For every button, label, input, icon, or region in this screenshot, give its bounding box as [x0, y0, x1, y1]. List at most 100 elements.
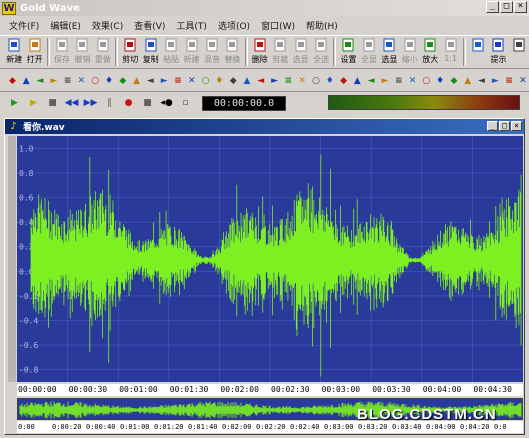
doc-maximize-button[interactable]: □ [499, 121, 510, 131]
effect-button-32-icon[interactable]: ◆ [448, 73, 461, 89]
toolbar-button-11[interactable]: 删除 [250, 36, 270, 68]
watermark: BLOG.CDSTM.CN [357, 406, 497, 423]
toolbar-button-2[interactable]: 保存 [52, 36, 72, 68]
play-selection-icon[interactable]: ▶ [25, 96, 42, 111]
overview-timeline-label: 0:03:20 [358, 423, 388, 431]
toolbar-button-3[interactable]: 撤销 [72, 36, 92, 68]
effect-button-35-icon[interactable]: ► [489, 73, 502, 89]
close-button[interactable]: × [514, 1, 527, 13]
effect-button-16-icon[interactable]: ◆ [227, 73, 240, 89]
effect-button-5-icon[interactable]: ✕ [75, 73, 88, 89]
play-icon[interactable]: ▶ [6, 96, 23, 111]
doc-minimize-button[interactable]: _ [487, 121, 498, 131]
minimize-button[interactable]: _ [486, 1, 499, 13]
toolbar-button-15[interactable]: 设置 [338, 36, 358, 68]
menu-item-5[interactable]: 选项(O) [213, 19, 255, 32]
effect-button-26-icon[interactable]: ◄ [365, 73, 378, 89]
effect-button-27-icon[interactable]: ► [379, 73, 392, 89]
effect-button-20-icon[interactable]: ≡ [282, 73, 295, 89]
toolbar-button-21[interactable] [468, 36, 488, 68]
toolbar-button-19[interactable]: 放大 [420, 36, 440, 68]
menu-item-1[interactable]: 编辑(E) [45, 19, 86, 32]
time-display: 00:00:00.0 [202, 95, 286, 111]
menu-item-7[interactable]: 帮助(H) [301, 19, 343, 32]
effect-button-4-icon[interactable]: ≡ [61, 73, 74, 89]
effect-button-12-icon[interactable]: ≡ [172, 73, 185, 89]
stop-record-icon[interactable]: ■ [139, 96, 156, 111]
rewind-icon[interactable]: ◀◀ [63, 96, 80, 111]
effect-button-15-icon[interactable]: ♦ [213, 73, 226, 89]
toolbar-button-7[interactable]: 粘贴 [161, 36, 181, 68]
effect-button-21-icon[interactable]: ✕ [296, 73, 309, 89]
toolbar-button-23[interactable] [509, 36, 529, 68]
effect-button-37-icon[interactable]: ✕ [516, 73, 529, 89]
stop-icon[interactable]: ■ [44, 96, 61, 111]
effect-button-17-icon[interactable]: ▲ [241, 73, 254, 89]
effect-button-2-icon[interactable]: ◄ [34, 73, 47, 89]
redo-icon [96, 38, 110, 52]
waveform-view[interactable]: 1.0 0.8 0.6 0.4 0.2 0.0 -0.2 -0.4 -0.6 -0.8 [17, 136, 523, 382]
effect-button-7-icon[interactable]: ♦ [103, 73, 116, 89]
effect-button-29-icon[interactable]: ✕ [406, 73, 419, 89]
doc-close-button[interactable]: × [511, 121, 522, 131]
toolbar-button-9[interactable]: 混音 [202, 36, 222, 68]
toolbar-button-6[interactable]: 复制 [140, 36, 160, 68]
toolbar-button-label: 放大 [422, 55, 439, 64]
effect-button-34-icon[interactable]: ◄ [475, 73, 488, 89]
menu-item-3[interactable]: 查看(V) [129, 19, 170, 32]
pause-icon[interactable]: ‖ [101, 96, 118, 111]
overview-timeline-label: 0:01:20 [154, 423, 184, 431]
effect-button-30-icon[interactable]: ○ [420, 73, 433, 89]
effect-button-8-icon[interactable]: ◆ [116, 73, 129, 89]
toolbar-button-4[interactable]: 重做 [93, 36, 113, 68]
toolbar-button-22[interactable]: 提示 [488, 36, 508, 68]
menu-item-2[interactable]: 效果(C) [87, 19, 128, 32]
toolbar-button-8[interactable]: 新建 [181, 36, 201, 68]
toolbar-button-0[interactable]: 新建 [4, 36, 24, 68]
effect-button-13-icon[interactable]: ✕ [185, 73, 198, 89]
menu-item-6[interactable]: 窗口(W) [256, 19, 300, 32]
toolbar-button-12[interactable]: 剪裁 [270, 36, 290, 68]
toolbar-button-label: 缩小 [401, 55, 418, 64]
toolbar-button-10[interactable]: 替换 [222, 36, 242, 68]
overview-timeline-label: 0:04:00 [426, 423, 456, 431]
effect-button-0-icon[interactable]: ◆ [6, 73, 19, 89]
toolbar-button-13[interactable]: 选显 [290, 36, 310, 68]
toolbar-button-5[interactable]: 剪切 [120, 36, 140, 68]
fast-forward-icon[interactable]: ▶▶ [82, 96, 99, 111]
timeline-ruler[interactable]: 00:00:00 00:00:30 00:01:00 00:01:30 00:02:00… [17, 384, 523, 396]
monitor-icon[interactable]: ◂● [158, 96, 175, 111]
effect-button-23-icon[interactable]: ♦ [323, 73, 336, 89]
effect-button-36-icon[interactable]: ≡ [503, 73, 516, 89]
effect-button-28-icon[interactable]: ≡ [392, 73, 405, 89]
effect-button-33-icon[interactable]: ▲ [461, 73, 474, 89]
settings-icon[interactable]: ▫ [177, 96, 194, 111]
effect-button-1-icon[interactable]: ▲ [20, 73, 33, 89]
menu-item-0[interactable]: 文件(F) [4, 19, 44, 32]
overview-timeline-label: 0:02:40 [290, 423, 320, 431]
effect-button-31-icon[interactable]: ♦ [434, 73, 447, 89]
toolbar-button-1[interactable]: 打开 [24, 36, 44, 68]
effect-button-14-icon[interactable]: ○ [199, 73, 212, 89]
effect-button-11-icon[interactable]: ► [158, 73, 171, 89]
menu-item-4[interactable]: 工具(T) [171, 19, 212, 32]
menubar: 文件(F) 编辑(E) 效果(C) 查看(V) 工具(T) 选项(O) 窗口(W) 帮助(H) [0, 17, 529, 34]
toolbar-button-14[interactable]: 全选 [311, 36, 331, 68]
effect-button-9-icon[interactable]: ▲ [130, 73, 143, 89]
effect-button-6-icon[interactable]: ○ [89, 73, 102, 89]
effect-button-24-icon[interactable]: ◆ [337, 73, 350, 89]
toolbar-button-18[interactable]: 缩小 [400, 36, 420, 68]
effect-button-25-icon[interactable]: ▲ [351, 73, 364, 89]
effect-button-3-icon[interactable]: ► [47, 73, 60, 89]
toolbar-button-17[interactable]: 选显 [379, 36, 399, 68]
effect-button-10-icon[interactable]: ◄ [144, 73, 157, 89]
maximize-button[interactable]: □ [500, 1, 513, 13]
overview-timeline-label: 0:01:40 [188, 423, 218, 431]
record-icon[interactable]: ● [120, 96, 137, 111]
toolbar-button-20[interactable]: 1:1 [440, 36, 460, 68]
effect-button-18-icon[interactable]: ◄ [254, 73, 267, 89]
effect-button-22-icon[interactable]: ○ [310, 73, 323, 89]
toolbar-button-16[interactable]: 全显 [359, 36, 379, 68]
waveform-svg[interactable]: 1.00.80.60.40.20.0-0.2-0.4-0.6-0.8 [17, 136, 523, 382]
effect-button-19-icon[interactable]: ► [268, 73, 281, 89]
